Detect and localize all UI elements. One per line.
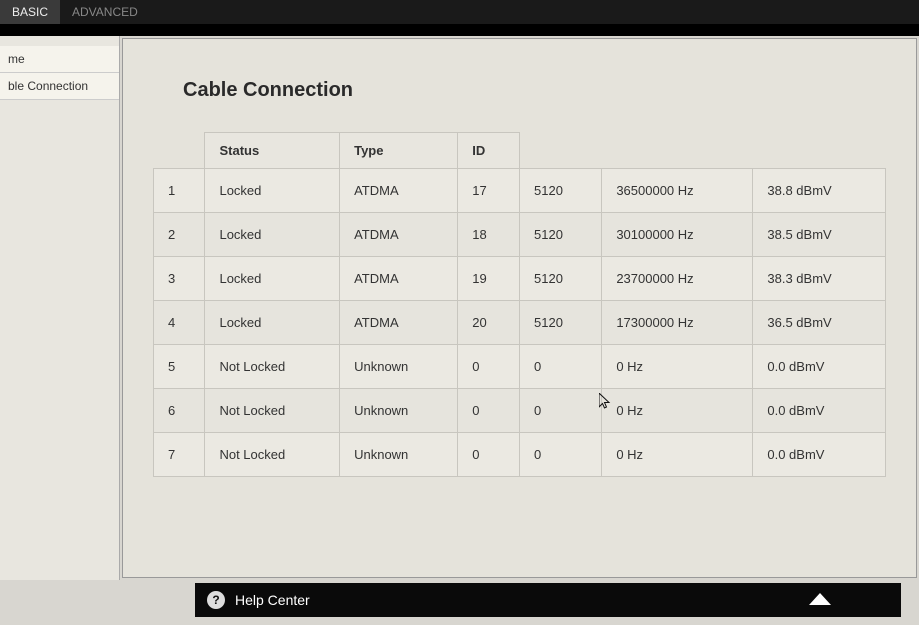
cell-id: 19 <box>458 257 520 301</box>
cell-status: Locked <box>205 213 340 257</box>
cell-type: Unknown <box>340 389 458 433</box>
cell-index: 6 <box>154 389 205 433</box>
cell-id: 18 <box>458 213 520 257</box>
table-row: 2LockedATDMA18512030100000 Hz38.5 dBmV <box>154 213 886 257</box>
table-row: 5Not LockedUnknown000 Hz0.0 dBmV <box>154 345 886 389</box>
cell-col7: 38.8 dBmV <box>753 169 886 213</box>
cell-col7: 0.0 dBmV <box>753 389 886 433</box>
cell-col6: 23700000 Hz <box>602 257 753 301</box>
col-header-index <box>154 133 205 169</box>
col-header-status: Status <box>205 133 340 169</box>
cell-status: Locked <box>205 301 340 345</box>
table-row: 4LockedATDMA20512017300000 Hz36.5 dBmV <box>154 301 886 345</box>
cell-col5: 5120 <box>520 169 602 213</box>
cell-col6: 30100000 Hz <box>602 213 753 257</box>
cell-col7: 38.5 dBmV <box>753 213 886 257</box>
col-header-6 <box>602 133 753 169</box>
tab-basic[interactable]: BASIC <box>0 0 60 24</box>
sidebar: me ble Connection <box>0 36 120 580</box>
cell-status: Not Locked <box>205 433 340 477</box>
cell-type: Unknown <box>340 433 458 477</box>
header-divider <box>0 24 919 36</box>
cell-type: Unknown <box>340 345 458 389</box>
col-header-7 <box>753 133 886 169</box>
cell-id: 0 <box>458 433 520 477</box>
cell-col6: 0 Hz <box>602 389 753 433</box>
sidebar-item-home[interactable]: me <box>0 46 119 73</box>
cell-status: Not Locked <box>205 345 340 389</box>
cell-col5: 0 <box>520 345 602 389</box>
cell-index: 5 <box>154 345 205 389</box>
help-center-label: Help Center <box>235 592 310 608</box>
connection-table: Status Type ID 1LockedATDMA1751203650000… <box>153 132 886 477</box>
cell-index: 7 <box>154 433 205 477</box>
cell-id: 17 <box>458 169 520 213</box>
cell-col6: 0 Hz <box>602 433 753 477</box>
cell-id: 0 <box>458 345 520 389</box>
cell-status: Locked <box>205 257 340 301</box>
cell-col7: 36.5 dBmV <box>753 301 886 345</box>
cell-col5: 5120 <box>520 213 602 257</box>
cell-id: 20 <box>458 301 520 345</box>
tab-advanced[interactable]: ADVANCED <box>60 0 150 24</box>
cell-type: ATDMA <box>340 213 458 257</box>
cell-index: 2 <box>154 213 205 257</box>
chevron-up-icon[interactable] <box>809 592 831 608</box>
cell-index: 3 <box>154 257 205 301</box>
cell-type: ATDMA <box>340 257 458 301</box>
cell-col5: 5120 <box>520 257 602 301</box>
top-tabs: BASIC ADVANCED <box>0 0 919 24</box>
cell-col6: 17300000 Hz <box>602 301 753 345</box>
table-header-row: Status Type ID <box>154 133 886 169</box>
cell-type: ATDMA <box>340 169 458 213</box>
footer-bar[interactable]: ? Help Center <box>195 583 901 617</box>
cell-col6: 36500000 Hz <box>602 169 753 213</box>
cell-col5: 0 <box>520 389 602 433</box>
page-title: Cable Connection <box>183 79 886 102</box>
table-row: 3LockedATDMA19512023700000 Hz38.3 dBmV <box>154 257 886 301</box>
cell-index: 1 <box>154 169 205 213</box>
main-area: me ble Connection Cable Connection Statu… <box>0 36 919 580</box>
table-row: 7Not LockedUnknown000 Hz0.0 dBmV <box>154 433 886 477</box>
content-panel: Cable Connection Status Type ID 1LockedA… <box>122 38 917 578</box>
cell-col7: 0.0 dBmV <box>753 345 886 389</box>
cell-index: 4 <box>154 301 205 345</box>
col-header-type: Type <box>340 133 458 169</box>
col-header-id: ID <box>458 133 520 169</box>
cell-col7: 38.3 dBmV <box>753 257 886 301</box>
cell-col5: 5120 <box>520 301 602 345</box>
cell-col7: 0.0 dBmV <box>753 433 886 477</box>
sidebar-item-cable-connection[interactable]: ble Connection <box>0 73 119 100</box>
table-row: 1LockedATDMA17512036500000 Hz38.8 dBmV <box>154 169 886 213</box>
cell-status: Locked <box>205 169 340 213</box>
cell-type: ATDMA <box>340 301 458 345</box>
cell-col5: 0 <box>520 433 602 477</box>
help-icon: ? <box>207 591 225 609</box>
cell-col6: 0 Hz <box>602 345 753 389</box>
cell-status: Not Locked <box>205 389 340 433</box>
table-row: 6Not LockedUnknown000 Hz0.0 dBmV <box>154 389 886 433</box>
col-header-5 <box>520 133 602 169</box>
cell-id: 0 <box>458 389 520 433</box>
